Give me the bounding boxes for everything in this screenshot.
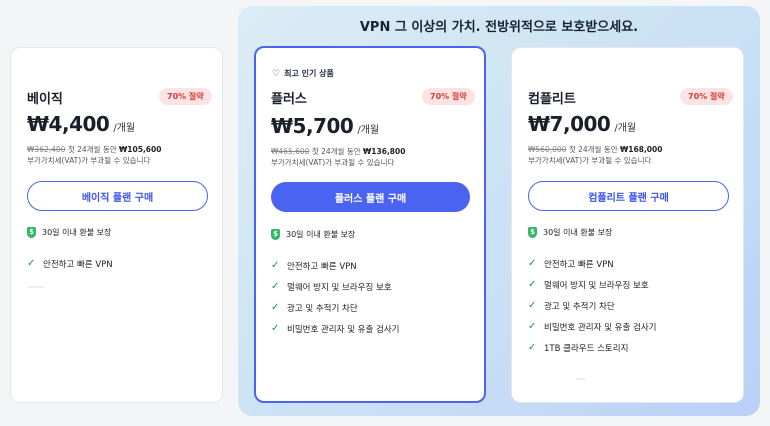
billing-term: 첫 24개월 동안 <box>566 145 621 154</box>
discount-badge: 70% 절약 <box>159 88 212 105</box>
promo-title: VPN 그 이상의 가치. 전방위적으로 보호받으세요. <box>359 20 639 35</box>
feature-label: 광고 및 추적기 차단 <box>544 301 615 312</box>
check-icon: ✓ <box>528 342 537 353</box>
check-icon: ✓ <box>528 300 537 311</box>
price: ₩7,000 <box>528 112 611 136</box>
feature-label: 멀웨어 방지 및 브라우징 보호 <box>544 280 649 291</box>
heart-icon: ♡ <box>272 68 281 79</box>
plan-name: 베이직 <box>27 92 63 107</box>
price: ₩5,700 <box>271 114 354 138</box>
divider <box>576 378 586 380</box>
price-row: ₩5,700 /개월 <box>271 114 379 138</box>
feature-item: ✓ 비밀번호 관리자 및 유출 검사기 <box>528 316 656 337</box>
vat-note: 부가가치세(VAT)가 부과될 수 있습니다 <box>528 156 652 165</box>
feature-list: ✓ 안전하고 빠른 VPN ✓ 멀웨어 방지 및 브라우징 보호 ✓ 광고 및 추적기… <box>528 253 656 358</box>
vat-note: 부가가치세(VAT)가 부과될 수 있습니다 <box>27 156 151 165</box>
billing-detail: ₩560,000 첫 24개월 동안 ₩168,000 <box>528 144 662 155</box>
check-icon: ✓ <box>528 279 537 290</box>
refund-guarantee-label: 30일 이내 환불 보장 <box>42 228 112 237</box>
feature-item: ✓ 안전하고 빠른 VPN <box>27 253 113 274</box>
total-price: ₩168,000 <box>620 145 663 154</box>
feature-item: ✓ 멀웨어 방지 및 브라우징 보호 <box>271 276 399 297</box>
plan-card-basic: 베이직 70% 절약 ₩4,400 /개월 ₩362,400 첫 24개월 동안… <box>10 47 223 403</box>
price-row: ₩7,000 /개월 <box>528 112 636 136</box>
check-icon: ✓ <box>271 281 280 292</box>
billing-term: 첫 24개월 동안 <box>309 147 364 156</box>
feature-item: ✓ 안전하고 빠른 VPN <box>271 255 399 276</box>
feature-item: ✓ 안전하고 빠른 VPN <box>528 253 656 274</box>
shield-icon: $ <box>27 227 36 238</box>
price: ₩4,400 <box>27 112 110 136</box>
feature-label: 비밀번호 관리자 및 유출 검사기 <box>287 324 400 335</box>
feature-label: 멀웨어 방지 및 브라우징 보호 <box>287 282 392 293</box>
buy-complete-button[interactable]: 컴플리트 플랜 구매 <box>528 181 729 211</box>
feature-list: ✓ 안전하고 빠른 VPN ✓ 멀웨어 방지 및 브라우징 보호 ✓ 광고 및 추적기… <box>271 255 399 339</box>
buy-plus-button[interactable]: 플러스 플랜 구매 <box>271 182 470 212</box>
shield-icon: $ <box>528 227 537 238</box>
divider <box>27 286 45 288</box>
refund-guarantee-label: 30일 이내 환불 보장 <box>543 228 613 237</box>
price-period: /개월 <box>357 125 380 136</box>
plan-name: 플러스 <box>271 92 307 107</box>
total-price: ₩105,600 <box>119 145 162 154</box>
total-price: ₩136,800 <box>363 147 406 156</box>
feature-item: ✓ 멀웨어 방지 및 브라우징 보호 <box>528 274 656 295</box>
refund-guarantee: $ 30일 이내 환불 보장 <box>27 227 111 238</box>
old-price: ₩465,600 <box>271 147 310 156</box>
discount-badge: 70% 절약 <box>422 88 475 105</box>
check-icon: ✓ <box>271 323 280 334</box>
feature-item: ✓ 광고 및 추적기 차단 <box>271 297 399 318</box>
check-icon: ✓ <box>27 258 36 269</box>
popular-label: 최고 인기 상품 <box>284 69 334 78</box>
feature-label: 안전하고 빠른 VPN <box>287 261 357 272</box>
feature-label: 광고 및 추적기 차단 <box>287 303 358 314</box>
check-icon: ✓ <box>271 260 280 271</box>
check-icon: ✓ <box>528 258 537 269</box>
refund-guarantee: $ 30일 이내 환불 보장 <box>528 227 612 238</box>
check-icon: ✓ <box>271 302 280 313</box>
plan-card-plus: ♡ 최고 인기 상품 플러스 70% 절약 ₩5,700 /개월 ₩465,60… <box>254 46 486 403</box>
plan-card-complete: 컴플리트 70% 절약 ₩7,000 /개월 ₩560,000 첫 24개월 동… <box>511 47 744 403</box>
discount-badge: 70% 절약 <box>680 88 733 105</box>
billing-detail: ₩362,400 첫 24개월 동안 ₩105,600 <box>27 144 161 155</box>
plan-name: 컴플리트 <box>528 92 576 107</box>
popular-tag: ♡ 최고 인기 상품 <box>272 68 334 79</box>
buy-basic-button[interactable]: 베이직 플랜 구매 <box>27 181 208 211</box>
price-period: /개월 <box>113 123 136 134</box>
shield-icon: $ <box>271 229 280 240</box>
feature-item: ✓ 1TB 클라우드 스토리지 <box>528 337 656 358</box>
refund-guarantee-label: 30일 이내 환불 보장 <box>286 230 356 239</box>
old-price: ₩362,400 <box>27 145 66 154</box>
billing-term: 첫 24개월 동안 <box>65 145 120 154</box>
feature-label: 비밀번호 관리자 및 유출 검사기 <box>544 322 657 333</box>
vat-note: 부가가치세(VAT)가 부과될 수 있습니다 <box>271 158 395 167</box>
feature-label: 1TB 클라우드 스토리지 <box>544 343 629 354</box>
feature-item: ✓ 광고 및 추적기 차단 <box>528 295 656 316</box>
old-price: ₩560,000 <box>528 145 567 154</box>
feature-label: 안전하고 빠른 VPN <box>544 259 614 270</box>
feature-item: ✓ 비밀번호 관리자 및 유출 검사기 <box>271 318 399 339</box>
price-row: ₩4,400 /개월 <box>27 112 135 136</box>
billing-detail: ₩465,600 첫 24개월 동안 ₩136,800 <box>271 146 405 157</box>
refund-guarantee: $ 30일 이내 환불 보장 <box>271 229 355 240</box>
price-period: /개월 <box>614 123 637 134</box>
feature-label: 안전하고 빠른 VPN <box>43 259 113 270</box>
feature-list: ✓ 안전하고 빠른 VPN <box>27 253 113 274</box>
check-icon: ✓ <box>528 321 537 332</box>
